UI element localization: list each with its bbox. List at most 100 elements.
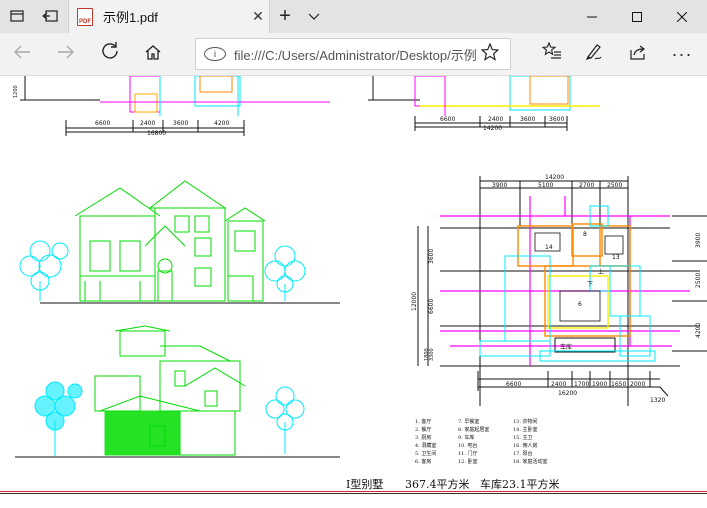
more-button[interactable]: ··· xyxy=(664,33,700,75)
tab-active[interactable]: PDF 示例1.pdf ✕ xyxy=(68,0,270,33)
dim-text: 2400 xyxy=(488,116,503,123)
close-window-icon xyxy=(676,9,688,25)
forward-arrow-icon xyxy=(57,43,75,66)
legend-item: 8. 家庭起居室 xyxy=(458,426,489,433)
dim-text: 2700 xyxy=(579,182,594,189)
area-caption: 367.4平方米 xyxy=(405,478,470,491)
dim-text: 3600 xyxy=(428,249,435,264)
home-icon xyxy=(144,43,162,66)
set-aside-tabs-button[interactable] xyxy=(33,0,66,33)
dim-text: 3900 xyxy=(695,233,702,248)
share-icon xyxy=(629,43,647,66)
home-button[interactable] xyxy=(135,33,171,75)
floor-plan: 14200 3900 5100 2700 2500 3600 12000 660… xyxy=(411,174,707,406)
pen-icon xyxy=(585,42,603,66)
dim-text: 1320 xyxy=(650,397,665,404)
tree-left-upper xyxy=(19,240,69,301)
address-bar[interactable]: i file:///C:/Users/Administrator/Desktop… xyxy=(195,38,511,70)
tab-actions-button[interactable] xyxy=(0,0,33,33)
dim-text: 2400 xyxy=(551,381,566,388)
minimize-button[interactable] xyxy=(569,0,615,33)
room-label: 6 xyxy=(578,301,582,308)
tab-bar: PDF 示例1.pdf ✕ + xyxy=(0,0,707,33)
dim-text: 1200 xyxy=(13,85,19,98)
legend-item: 18. 家庭活动室 xyxy=(513,458,548,465)
room-label: 8 xyxy=(583,231,587,238)
back-arrow-icon xyxy=(13,43,31,66)
pdf-page: 6600 2400 3600 4200 16800 1200 6600 2400… xyxy=(0,76,707,508)
page-border-black xyxy=(0,493,707,494)
refresh-button[interactable] xyxy=(92,33,128,75)
dim-text: 3600 xyxy=(520,116,535,123)
room-label: 车库 xyxy=(560,343,572,351)
add-favorite-button[interactable] xyxy=(478,33,502,75)
dim-text: 2500 xyxy=(695,273,702,288)
page-border-red xyxy=(0,491,707,492)
legend-item: 13. 衣物间 xyxy=(513,418,538,425)
url-text: file:///C:/Users/Administrator/Desktop/示… xyxy=(234,47,477,63)
legend-item: 14. 主卧室 xyxy=(513,426,538,433)
garage-caption: 车库23.1平方米 xyxy=(480,478,560,491)
legend-item: 15. 主卫 xyxy=(513,434,533,441)
close-window-button[interactable] xyxy=(659,0,705,33)
legend-item: 10. 吧台 xyxy=(458,442,478,449)
dim-text: 12000 xyxy=(411,292,418,311)
tree-right-upper xyxy=(264,245,306,301)
dim-text: 3600 xyxy=(173,120,188,127)
tab-actions-icon xyxy=(9,9,24,25)
more-dots-icon: ··· xyxy=(671,43,693,64)
dim-text: 2500 xyxy=(607,182,622,189)
room-label: 上 xyxy=(598,268,604,276)
tree-left-lower xyxy=(34,381,83,456)
top-left-elevation-fragment: 6600 2400 3600 4200 16800 1200 xyxy=(13,76,330,137)
legend-item: 1. 客厅 xyxy=(415,418,431,425)
tab-preview-button[interactable] xyxy=(302,0,326,33)
new-tab-button[interactable]: + xyxy=(272,0,298,33)
dim-text: 16800 xyxy=(147,130,166,137)
favorites-hub-button[interactable] xyxy=(534,33,570,75)
minimize-icon xyxy=(587,9,597,25)
back-button[interactable] xyxy=(4,33,40,75)
dim-text: 3900 xyxy=(492,182,507,189)
room-label: 13 xyxy=(612,254,620,261)
dim-text: 1700 xyxy=(574,381,589,388)
dim-text: 2000 xyxy=(630,381,645,388)
set-aside-icon xyxy=(41,9,58,25)
pdf-file-icon: PDF xyxy=(77,7,93,26)
villa-type-caption: I型别墅 xyxy=(346,478,384,491)
legend-item: 9. 车库 xyxy=(458,434,474,441)
legend-item: 7. 早餐室 xyxy=(458,418,479,425)
room-label: 下 xyxy=(587,281,593,288)
refresh-icon xyxy=(101,42,119,66)
dim-text: 6600 xyxy=(506,381,521,388)
architectural-drawing: 6600 2400 3600 4200 16800 1200 6600 2400… xyxy=(13,76,707,465)
maximize-button[interactable] xyxy=(614,0,660,33)
legend-item: 11. 门厅 xyxy=(458,450,478,457)
dim-text: 4200 xyxy=(695,323,702,338)
navigation-bar: i file:///C:/Users/Administrator/Desktop… xyxy=(0,33,707,76)
plus-icon: + xyxy=(279,5,291,27)
top-right-plan-fragment: 6600 2400 3600 3600 14200 xyxy=(368,76,600,132)
dim-text: 16200 xyxy=(558,390,577,397)
chevron-down-icon xyxy=(308,10,320,24)
dim-text: 14200 xyxy=(483,125,502,132)
tab-close-button[interactable]: ✕ xyxy=(247,8,269,25)
dim-text: 1900 xyxy=(592,381,607,388)
dim-text: 5100 xyxy=(538,182,553,189)
room-legend: 1. 客厅 2. 餐厅 3. 厨房 4. 洞藏室 5. 卫生间 6. 客房 7.… xyxy=(415,418,548,465)
forward-button[interactable] xyxy=(48,33,84,75)
share-button[interactable] xyxy=(620,33,656,75)
star-icon xyxy=(480,41,500,66)
front-elevation xyxy=(40,180,340,304)
dim-text: 3300 xyxy=(429,348,435,361)
dim-text: 6600 xyxy=(95,120,110,127)
favorites-list-icon xyxy=(541,41,562,66)
add-notes-button[interactable] xyxy=(576,33,612,75)
legend-item: 16. 佣人房 xyxy=(513,442,538,449)
maximize-icon xyxy=(632,9,642,25)
legend-item: 4. 洞藏室 xyxy=(415,442,436,449)
dim-text: 1650 xyxy=(611,381,626,388)
dim-text: 14200 xyxy=(545,174,564,181)
dim-text: 6600 xyxy=(428,299,435,314)
info-icon[interactable]: i xyxy=(204,47,226,61)
